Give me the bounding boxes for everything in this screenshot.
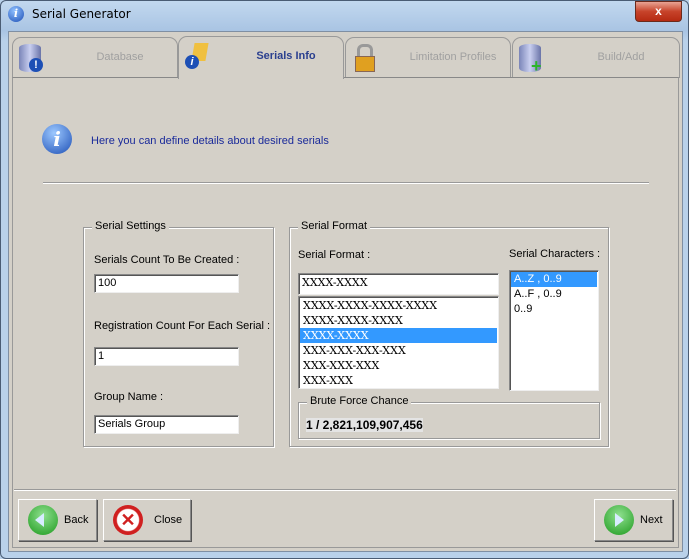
registration-count-input[interactable]: 1	[94, 347, 239, 366]
serial-settings-group: Serial Settings Serials Count To Be Crea…	[83, 220, 274, 447]
tab-label: Serials Info	[256, 50, 316, 62]
group-title: Brute Force Chance	[307, 395, 412, 407]
tab-database[interactable]: ! Database	[12, 37, 178, 78]
serial-format-list[interactable]: XXXX-XXXX-XXXX-XXXX XXXX-XXXX-XXXX XXXX-XX…	[298, 296, 499, 389]
info-icon: i	[42, 124, 72, 154]
back-button[interactable]: Back	[18, 499, 97, 541]
database-warning-icon: !	[19, 44, 43, 72]
serials-count-label: Serials Count To Be Created :	[94, 254, 240, 266]
close-label: Close	[154, 514, 183, 526]
close-button[interactable]: ✕ Close	[103, 499, 191, 541]
back-label: Back	[64, 514, 89, 526]
serials-info-icon: i	[185, 43, 209, 71]
group-name-label: Group Name :	[94, 391, 164, 403]
group-title: Serial Format	[298, 220, 371, 232]
format-option[interactable]: XXX-XXX-XXX-XXX	[300, 343, 497, 358]
serial-format-label: Serial Format :	[298, 249, 371, 261]
serial-format-group: Serial Format Serial Format : XXXX-XXXX …	[289, 220, 609, 447]
brute-force-value: 1 / 2,821,109,907,456	[306, 418, 423, 432]
tab-panel: i Here you can define details about desi…	[12, 77, 679, 548]
tab-label: Build/Add	[597, 51, 645, 63]
format-option[interactable]: XXXX-XXXX-XXXX-XXXX	[300, 298, 497, 313]
characters-option[interactable]: A..Z , 0..9	[511, 272, 597, 287]
next-arrow-icon	[604, 505, 634, 535]
next-label: Next	[640, 514, 663, 526]
close-x-icon: ✕	[113, 505, 143, 535]
tab-label: Database	[96, 51, 144, 63]
info-text: Here you can define details about desire…	[91, 135, 329, 147]
tab-limitation-profiles[interactable]: Limitation Profiles	[345, 37, 511, 78]
registration-count-label: Registration Count For Each Serial :	[94, 320, 271, 332]
back-arrow-icon	[28, 505, 58, 535]
brute-force-group: Brute Force Chance 1 / 2,821,109,907,456	[298, 395, 600, 439]
window-title: Serial Generator	[32, 7, 131, 21]
format-option[interactable]: XXX-XXX-XXX	[300, 358, 497, 373]
format-option[interactable]: XXXX-XXXX	[300, 328, 497, 343]
serials-count-input[interactable]: 100	[94, 274, 239, 293]
serial-format-input[interactable]: XXXX-XXXX	[298, 273, 499, 295]
tab-serials-info[interactable]: i Serials Info	[178, 36, 344, 79]
next-button[interactable]: Next	[594, 499, 673, 541]
app-info-icon: i	[8, 6, 24, 22]
format-option[interactable]: XXX-XXX	[300, 373, 497, 388]
database-add-icon: +	[519, 44, 542, 75]
divider	[43, 182, 649, 184]
characters-option[interactable]: 0..9	[511, 302, 597, 317]
group-name-input[interactable]: Serials Group	[94, 415, 239, 434]
bottom-divider	[14, 489, 676, 491]
serial-characters-list[interactable]: A..Z , 0..9 A..F , 0..9 0..9	[509, 270, 599, 391]
tab-label: Limitation Profiles	[409, 51, 497, 63]
padlock-icon	[352, 44, 375, 72]
characters-option[interactable]: A..F , 0..9	[511, 287, 597, 302]
format-option[interactable]: XXXX-XXXX-XXXX	[300, 313, 497, 328]
serial-characters-label: Serial Characters :	[509, 248, 601, 260]
tab-build-add[interactable]: + Build/Add	[512, 37, 680, 78]
window-close-button[interactable]: x	[635, 1, 682, 22]
group-title: Serial Settings	[92, 220, 169, 232]
client-area: ! Database i Serials Info Limitation Pro…	[8, 31, 683, 552]
